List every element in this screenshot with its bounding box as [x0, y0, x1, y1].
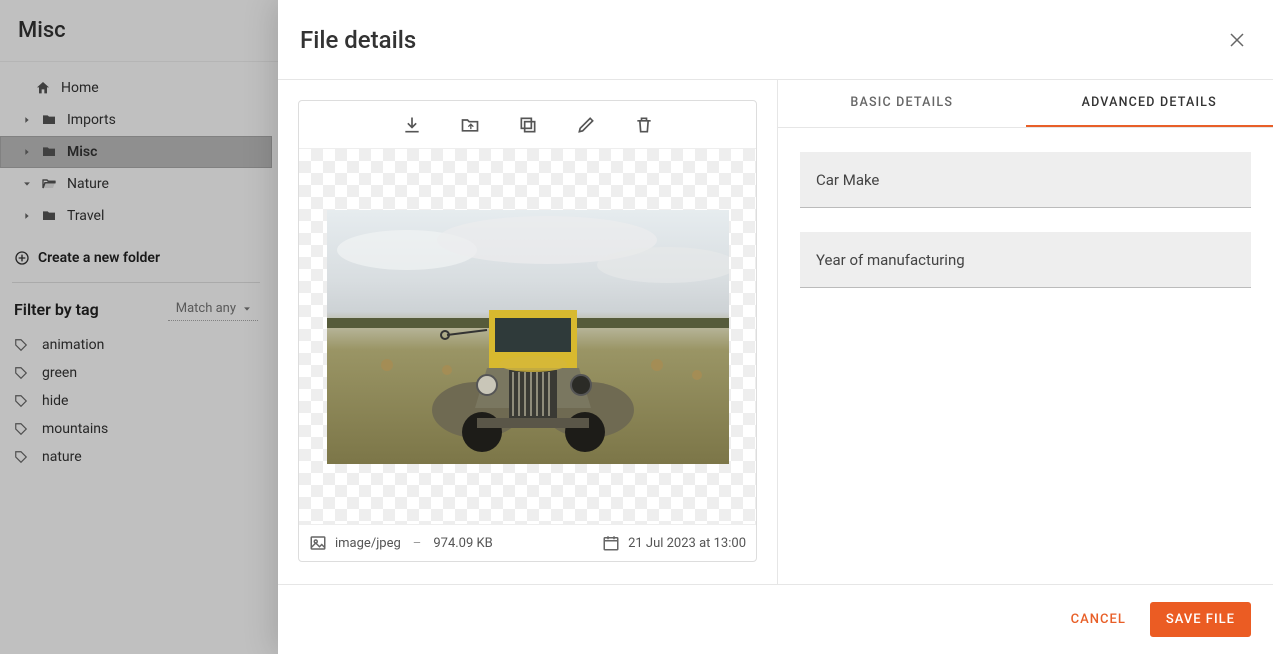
image-content-icon [327, 210, 729, 464]
delete-button[interactable] [630, 111, 658, 139]
tab-advanced-details[interactable]: ADVANCED DETAILS [1026, 80, 1273, 127]
modal-footer: CANCEL SAVE FILE [278, 584, 1273, 654]
field-car-make[interactable]: Car Make [800, 152, 1251, 208]
cancel-label: CANCEL [1071, 612, 1126, 627]
file-date-value: 21 Jul 2023 at 13:00 [628, 536, 746, 551]
details-tabs: BASIC DETAILS ADVANCED DETAILS [778, 80, 1273, 128]
download-button[interactable] [398, 111, 426, 139]
modal-title: File details [300, 26, 416, 54]
image-preview-area [299, 149, 756, 525]
details-fields: Car Make Year of manufacturing [778, 128, 1273, 312]
tab-label: ADVANCED DETAILS [1082, 95, 1217, 110]
modal-header: File details [278, 0, 1273, 80]
details-column: BASIC DETAILS ADVANCED DETAILS Car Make … [778, 80, 1273, 584]
field-label: Car Make [816, 171, 879, 189]
save-file-button[interactable]: SAVE FILE [1150, 602, 1251, 637]
edit-button[interactable] [572, 111, 600, 139]
modal-body: image/jpeg – 974.09 KB 21 Jul 2023 at 13… [278, 80, 1273, 584]
pencil-icon [576, 115, 596, 135]
tab-basic-details[interactable]: BASIC DETAILS [778, 80, 1026, 127]
close-icon [1228, 31, 1246, 49]
file-type-size: image/jpeg – 974.09 KB [309, 534, 493, 552]
file-details-modal: File details [278, 0, 1273, 654]
calendar-icon [602, 534, 620, 552]
field-year-of-manufacturing[interactable]: Year of manufacturing [800, 232, 1251, 288]
tab-label: BASIC DETAILS [850, 95, 953, 110]
image-preview [327, 210, 729, 464]
preview-card: image/jpeg – 974.09 KB 21 Jul 2023 at 13… [298, 100, 757, 562]
move-to-folder-button[interactable] [456, 111, 484, 139]
copy-icon [518, 115, 538, 135]
file-mime: image/jpeg [335, 536, 401, 551]
field-label: Year of manufacturing [816, 251, 965, 269]
file-size: 974.09 KB [433, 536, 492, 551]
separator: – [413, 536, 422, 551]
file-meta-row: image/jpeg – 974.09 KB 21 Jul 2023 at 13… [299, 525, 756, 561]
preview-column: image/jpeg – 974.09 KB 21 Jul 2023 at 13… [278, 80, 778, 584]
close-button[interactable] [1223, 26, 1251, 54]
download-icon [402, 115, 422, 135]
cancel-button[interactable]: CANCEL [1065, 602, 1132, 637]
trash-icon [634, 115, 654, 135]
copy-button[interactable] [514, 111, 542, 139]
preview-toolbar [299, 101, 756, 149]
image-icon [309, 534, 327, 552]
save-label: SAVE FILE [1166, 612, 1235, 627]
folder-move-icon [460, 115, 480, 135]
file-date: 21 Jul 2023 at 13:00 [602, 534, 746, 552]
